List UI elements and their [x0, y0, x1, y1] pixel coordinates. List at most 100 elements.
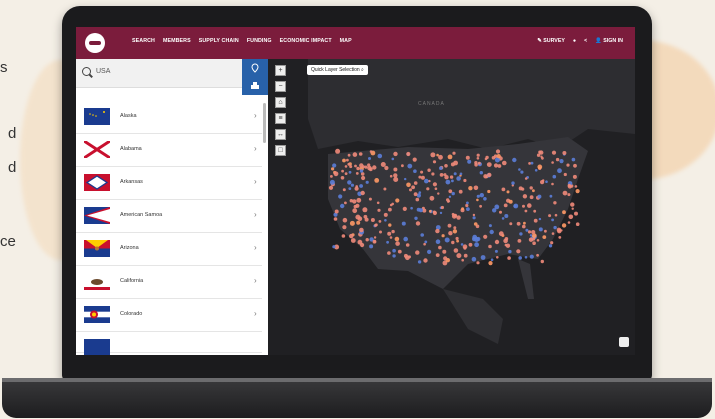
map-marker[interactable] — [393, 151, 398, 157]
map-marker[interactable] — [472, 213, 476, 217]
map-marker[interactable] — [389, 236, 393, 239]
map-marker[interactable] — [476, 198, 479, 202]
map-marker[interactable] — [548, 214, 552, 218]
nav-search[interactable]: SEARCH — [132, 38, 155, 44]
map-marker[interactable] — [434, 187, 438, 190]
map-marker[interactable] — [573, 163, 577, 168]
map-marker[interactable] — [365, 180, 369, 184]
map-marker[interactable] — [427, 249, 432, 254]
map-marker[interactable] — [512, 157, 517, 163]
map-marker[interactable] — [479, 193, 484, 198]
map-marker[interactable] — [524, 177, 528, 180]
map-marker[interactable] — [463, 253, 468, 258]
map-marker[interactable] — [463, 178, 467, 183]
map-marker[interactable] — [443, 173, 447, 177]
map-marker[interactable] — [440, 205, 444, 210]
map-marker[interactable] — [369, 244, 374, 249]
map-marker[interactable] — [395, 241, 400, 246]
map-marker[interactable] — [493, 163, 499, 168]
map-marker[interactable] — [497, 164, 502, 168]
map-marker[interactable] — [418, 191, 422, 194]
list-item[interactable]: Arkansas › — [76, 167, 262, 200]
map-view[interactable]: + − ⌂ ≡ ↔ □ Quick Layer Selection ⌕ CANA… — [268, 59, 635, 355]
map-marker[interactable] — [420, 233, 424, 237]
sign-in-link[interactable]: 👤 SIGN IN — [595, 38, 623, 44]
map-marker[interactable] — [413, 169, 417, 173]
map-marker[interactable] — [420, 175, 425, 180]
map-marker[interactable] — [388, 207, 392, 212]
bell-icon[interactable]: ● — [573, 38, 576, 44]
map-marker[interactable] — [370, 218, 375, 222]
map-marker[interactable] — [501, 217, 505, 220]
map-marker[interactable] — [331, 167, 335, 171]
map-marker[interactable] — [367, 165, 372, 171]
map-marker[interactable] — [476, 194, 480, 198]
map-marker[interactable] — [527, 230, 532, 234]
map-marker[interactable] — [518, 168, 521, 171]
map-marker[interactable] — [558, 236, 562, 239]
map-marker[interactable] — [413, 192, 418, 197]
map-marker[interactable] — [453, 172, 457, 176]
map-marker[interactable] — [529, 254, 534, 259]
map-marker[interactable] — [488, 261, 493, 266]
map-marker[interactable] — [438, 245, 442, 250]
map-marker[interactable] — [461, 207, 465, 211]
map-marker[interactable] — [349, 199, 353, 203]
map-marker[interactable] — [538, 227, 543, 232]
map-marker[interactable] — [439, 211, 443, 215]
map-marker[interactable] — [392, 248, 396, 253]
map-marker[interactable] — [341, 169, 344, 173]
map-marker[interactable] — [529, 195, 534, 200]
map-marker[interactable] — [427, 168, 431, 172]
map-marker[interactable] — [369, 150, 373, 153]
map-marker[interactable] — [342, 217, 348, 223]
map-marker[interactable] — [406, 182, 411, 188]
map-marker[interactable] — [570, 202, 575, 207]
map-marker[interactable] — [393, 177, 399, 182]
map-marker[interactable] — [491, 156, 496, 160]
map-marker[interactable] — [344, 201, 347, 205]
map-marker[interactable] — [424, 178, 429, 184]
map-marker[interactable] — [548, 244, 553, 248]
map-marker[interactable] — [463, 246, 467, 250]
nav-map[interactable]: MAP — [340, 38, 352, 44]
map-marker[interactable] — [360, 242, 365, 248]
map-marker[interactable] — [410, 206, 413, 210]
map-marker[interactable] — [533, 209, 537, 213]
map-marker[interactable] — [444, 164, 448, 168]
map-marker[interactable] — [349, 165, 353, 169]
map-marker[interactable] — [357, 216, 363, 221]
list-item[interactable]: California › — [76, 266, 262, 299]
map-marker[interactable] — [378, 220, 382, 223]
map-marker[interactable] — [474, 161, 478, 165]
map-marker[interactable] — [476, 153, 480, 157]
map-marker[interactable] — [448, 231, 453, 236]
map-marker[interactable] — [352, 208, 358, 214]
map-marker[interactable] — [453, 213, 458, 218]
map-marker[interactable] — [377, 208, 381, 212]
map-marker[interactable] — [365, 238, 369, 242]
map-marker[interactable] — [328, 185, 334, 190]
map-marker[interactable] — [566, 163, 570, 167]
map-marker[interactable] — [384, 165, 389, 171]
map-marker[interactable] — [346, 158, 349, 162]
map-marker[interactable] — [387, 231, 392, 236]
map-marker[interactable] — [483, 174, 488, 179]
map-marker[interactable] — [436, 153, 439, 157]
map-marker[interactable] — [387, 251, 391, 255]
map-marker[interactable] — [428, 209, 432, 213]
map-marker[interactable] — [380, 162, 386, 167]
map-marker[interactable] — [509, 222, 513, 226]
map-marker[interactable] — [350, 183, 354, 187]
map-marker[interactable] — [506, 190, 510, 194]
map-marker[interactable] — [429, 195, 435, 201]
map-marker[interactable] — [542, 235, 547, 240]
list-scrollbar[interactable] — [263, 103, 266, 143]
map-marker[interactable] — [359, 169, 364, 173]
map-marker[interactable] — [453, 226, 457, 230]
map-marker[interactable] — [340, 176, 345, 180]
map-marker[interactable] — [567, 193, 571, 197]
map-marker[interactable] — [348, 187, 352, 191]
map-marker[interactable] — [452, 151, 456, 155]
map-marker[interactable] — [571, 207, 574, 210]
